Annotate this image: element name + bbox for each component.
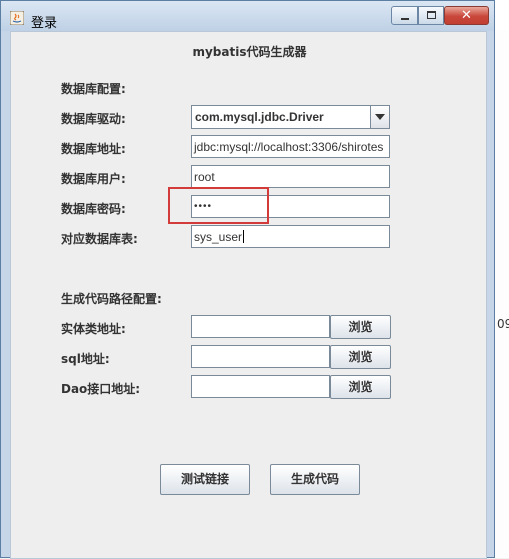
- text-caret: [243, 230, 245, 243]
- login-window: 登录 ✕ mybatis代码生成器 数据库配置: 数据库驱动: com.mysq…: [0, 0, 495, 559]
- sql-browse-button[interactable]: 浏览: [330, 345, 391, 369]
- title-bar[interactable]: 登录 ✕: [1, 1, 494, 31]
- table-input[interactable]: sys_user: [191, 225, 390, 248]
- test-connection-button[interactable]: 测试链接: [160, 464, 250, 495]
- dao-path-input[interactable]: [191, 375, 330, 398]
- chevron-down-icon: [375, 114, 385, 120]
- password-label: 数据库密码:: [61, 202, 126, 216]
- user-input[interactable]: root: [191, 165, 390, 188]
- driver-dropdown-button[interactable]: [370, 106, 389, 128]
- sql-path-label: sql地址:: [61, 352, 110, 366]
- window-title: 登录: [31, 16, 58, 31]
- generate-code-button[interactable]: 生成代码: [270, 464, 360, 495]
- table-label: 对应数据库表:: [61, 232, 138, 246]
- maximize-button[interactable]: [418, 6, 444, 25]
- db-config-section-label: 数据库配置:: [61, 82, 126, 96]
- form-panel: mybatis代码生成器 数据库配置: 数据库驱动: com.mysql.jdb…: [10, 31, 487, 559]
- entity-browse-button[interactable]: 浏览: [330, 315, 391, 339]
- password-input[interactable]: ••••: [191, 195, 390, 218]
- driver-select[interactable]: com.mysql.jdbc.Driver: [191, 105, 390, 129]
- close-button[interactable]: ✕: [444, 6, 489, 25]
- url-label: 数据库地址:: [61, 142, 126, 156]
- close-icon: ✕: [461, 8, 472, 23]
- maximize-icon: [427, 11, 436, 19]
- minimize-icon: [401, 18, 409, 20]
- entity-path-input[interactable]: [191, 315, 330, 338]
- minimize-button[interactable]: [391, 6, 418, 25]
- dao-browse-button[interactable]: 浏览: [330, 375, 391, 399]
- url-input[interactable]: jdbc:mysql://localhost:3306/shirotes: [191, 135, 390, 158]
- java-app-icon: [10, 11, 24, 25]
- background-peek-text: 09: [497, 317, 509, 331]
- path-config-section-label: 生成代码路径配置:: [61, 292, 162, 306]
- user-label: 数据库用户:: [61, 172, 126, 186]
- table-input-value: sys_user: [194, 230, 243, 244]
- dao-path-label: Dao接口地址:: [61, 382, 141, 396]
- driver-select-value: com.mysql.jdbc.Driver: [195, 110, 324, 124]
- entity-path-label: 实体类地址:: [61, 322, 126, 336]
- background-window-edge: [494, 30, 509, 558]
- form-title: mybatis代码生成器: [192, 45, 307, 59]
- driver-label: 数据库驱动:: [61, 112, 126, 126]
- sql-path-input[interactable]: [191, 345, 330, 368]
